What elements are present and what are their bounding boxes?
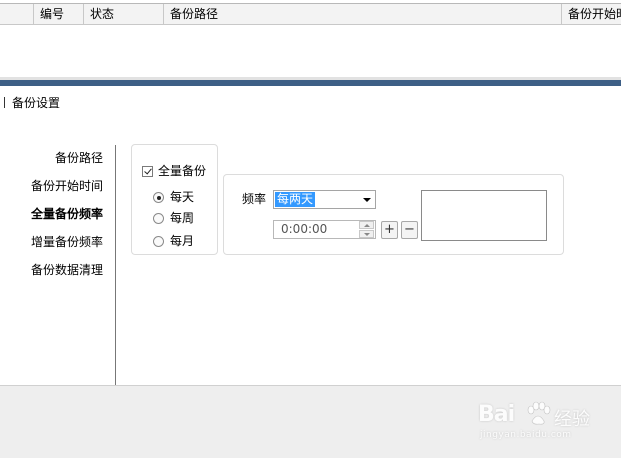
table-header: 编号 状态 备份路径 备份开始时 bbox=[0, 3, 621, 25]
watermark-experience-text: 经验 bbox=[554, 409, 590, 430]
add-time-button[interactable]: + bbox=[381, 221, 398, 239]
column-header-select[interactable] bbox=[0, 4, 33, 24]
frequency-selected-value: 每两天 bbox=[275, 192, 316, 207]
section-title-text: 备份设置 bbox=[12, 96, 61, 110]
full-backup-label[interactable]: 全量备份 bbox=[158, 163, 206, 179]
radio-monthly-label[interactable]: 每月 bbox=[170, 233, 194, 249]
title-bar-marker bbox=[4, 97, 5, 108]
spinner-up-icon[interactable] bbox=[359, 221, 374, 229]
column-header-id[interactable]: 编号 bbox=[33, 4, 83, 24]
watermark-brand-text: Bai bbox=[478, 402, 515, 427]
baidu-watermark: Bai 经验 jingyan.baidu.com bbox=[478, 400, 618, 442]
spinner-down-icon[interactable] bbox=[359, 230, 374, 238]
table-body bbox=[0, 25, 621, 77]
nav-item-backup-path[interactable]: 备份路径 bbox=[31, 148, 103, 176]
column-header-backup-path[interactable]: 备份路径 bbox=[163, 4, 561, 24]
chevron-down-icon bbox=[363, 198, 371, 202]
nav-item-full-backup-frequency[interactable]: 全量备份频率 bbox=[31, 204, 103, 232]
nav-item-incremental-backup-frequency[interactable]: 增量备份频率 bbox=[31, 232, 103, 260]
paw-icon bbox=[527, 401, 551, 425]
nav-item-backup-start-time[interactable]: 备份开始时间 bbox=[31, 176, 103, 204]
section-title: 备份设置 bbox=[4, 95, 60, 111]
nav-item-backup-data-cleanup[interactable]: 备份数据清理 bbox=[31, 260, 103, 288]
column-header-status[interactable]: 状态 bbox=[83, 4, 163, 24]
radio-daily[interactable] bbox=[153, 192, 164, 203]
column-header-start-time[interactable]: 备份开始时 bbox=[561, 4, 621, 24]
settings-nav: 备份路径 备份开始时间 全量备份频率 增量备份频率 备份数据清理 bbox=[31, 148, 103, 288]
radio-monthly[interactable] bbox=[153, 236, 164, 247]
full-backup-checkbox[interactable] bbox=[142, 166, 153, 177]
time-spinner[interactable] bbox=[359, 221, 374, 238]
remove-time-button[interactable]: − bbox=[401, 221, 418, 239]
section-divider bbox=[0, 80, 621, 86]
watermark-url: jingyan.baidu.com bbox=[480, 430, 572, 440]
frequency-select[interactable]: 每两天 bbox=[273, 190, 376, 209]
nav-separator bbox=[115, 145, 116, 385]
frequency-label: 频率 bbox=[242, 192, 267, 206]
radio-weekly-label[interactable]: 每周 bbox=[170, 210, 194, 226]
time-list-box[interactable] bbox=[421, 190, 547, 241]
radio-weekly[interactable] bbox=[153, 213, 164, 224]
radio-daily-label[interactable]: 每天 bbox=[170, 189, 194, 205]
